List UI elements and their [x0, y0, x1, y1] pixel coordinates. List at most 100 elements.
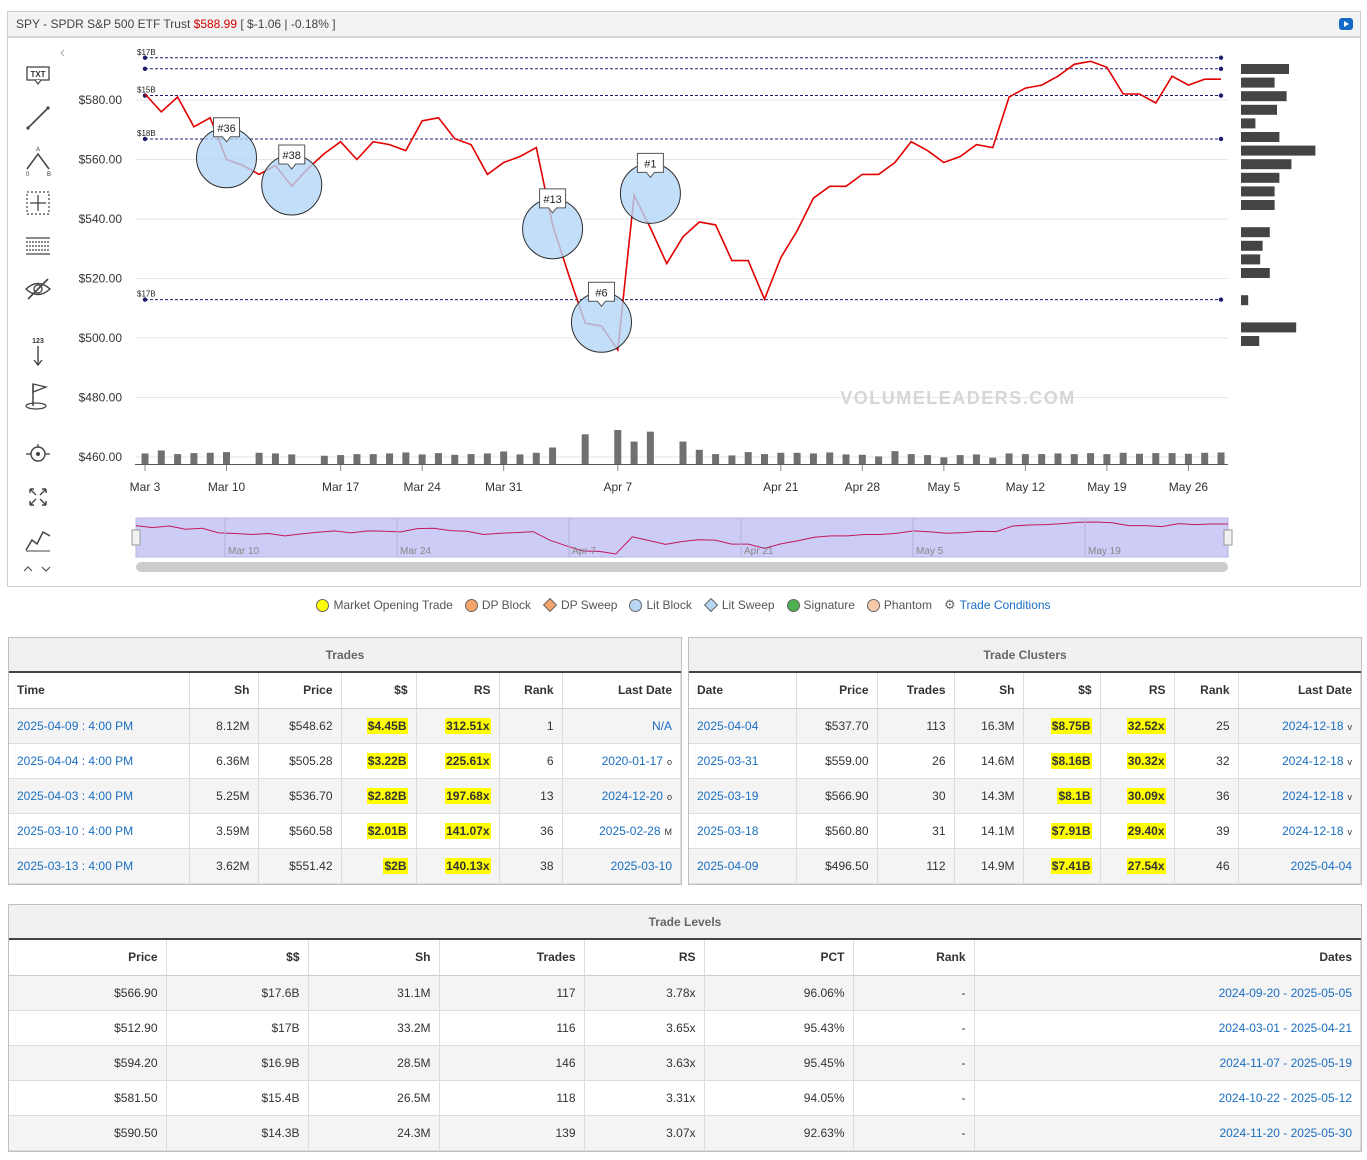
volume-profile-bar [1241, 104, 1277, 115]
volume-bar [451, 454, 459, 464]
level-dates-link[interactable]: 2024-11-20 - 2025-05-30 [1219, 1126, 1352, 1140]
column-header[interactable]: RS [416, 673, 500, 709]
table-cell: 33.2M [397, 1020, 431, 1035]
volume-profile-bar [1241, 322, 1297, 333]
navigator-label: Apr 21 [744, 546, 774, 557]
table-cell: $15.4B [261, 1090, 300, 1105]
trade-time-link[interactable]: 2025-04-03 : 4:00 PM [17, 789, 133, 803]
column-header[interactable]: Trades [439, 940, 585, 976]
trade-time-link[interactable]: 2025-04-04 : 4:00 PM [17, 754, 133, 768]
table-cell: 26 [932, 753, 946, 768]
column-header[interactable]: Time [9, 673, 190, 709]
navigator-handle[interactable] [1223, 529, 1233, 546]
table-row: 2025-04-04 $537.70 113 16.3M $8.75B 32.52x 25 2… [689, 708, 1361, 744]
marker-label: #38 [283, 150, 301, 162]
volume-bar [337, 455, 345, 464]
column-header[interactable]: RS [584, 940, 705, 976]
legend-item[interactable]: Lit Sweep [703, 597, 775, 613]
volume-profile-bar [1241, 118, 1256, 129]
column-header[interactable]: $$ [341, 673, 417, 709]
last-date-flag: o [666, 791, 672, 802]
column-header[interactable]: Last Date [562, 673, 681, 709]
volume-bar [1005, 453, 1013, 464]
column-header[interactable]: Sh [189, 673, 259, 709]
last-date-link[interactable]: N/A [652, 719, 672, 733]
last-date-link[interactable]: 2025-02-28 [599, 824, 660, 838]
navigator-label: May 5 [916, 546, 944, 557]
x-tick-label: May 5 [928, 480, 961, 494]
volume-bar [646, 431, 654, 464]
marker-label: #13 [543, 194, 561, 206]
cluster-date-link[interactable]: 2025-04-04 [697, 719, 758, 733]
level-dates-link[interactable]: 2024-09-20 - 2025-05-05 [1219, 986, 1352, 1000]
volume-bar [483, 453, 491, 464]
cluster-date-link[interactable]: 2025-04-09 [697, 859, 758, 873]
legend-item[interactable]: DP Block [464, 597, 531, 613]
price-chart[interactable]: $580.00 $560.00 $540.00 $520.00 $500.00 $480.… [0, 0, 1367, 590]
table-cell: $4.45B [366, 717, 408, 734]
level-dates-link[interactable]: 2024-03-01 - 2025-04-21 [1219, 1021, 1352, 1035]
table-cell: 95.43% [803, 1020, 845, 1035]
volume-bar [1021, 454, 1029, 464]
last-date-link[interactable]: 2025-03-10 [611, 859, 672, 873]
table-cell: 24.3M [397, 1125, 431, 1140]
clusters-title: Trade Clusters [689, 638, 1361, 673]
column-header[interactable]: Dates [974, 940, 1361, 976]
last-date-link[interactable]: 2020-01-17 [602, 754, 663, 768]
last-date-link[interactable]: 2024-12-18 [1282, 824, 1343, 838]
column-header[interactable]: $$ [1023, 673, 1101, 709]
volume-bar [386, 453, 394, 464]
table-cell: 5.25M [216, 788, 250, 803]
column-header[interactable]: Sh [308, 940, 440, 976]
trade-time-link[interactable]: 2025-03-10 : 4:00 PM [17, 824, 133, 838]
table-cell: $2B [383, 857, 408, 874]
cluster-date-link[interactable]: 2025-03-31 [697, 754, 758, 768]
circle-marker-icon [786, 598, 800, 612]
table-cell: $3.22B [366, 752, 408, 769]
last-date-link[interactable]: 2024-12-18 [1282, 754, 1343, 768]
legend-item[interactable]: ⚙ Trade Conditions [944, 597, 1051, 613]
table-cell: 6.36M [216, 753, 250, 768]
column-header[interactable]: Rank [499, 673, 563, 709]
column-header[interactable]: PCT [704, 940, 854, 976]
legend-item[interactable]: Lit Block [629, 597, 692, 613]
trade-time-link[interactable]: 2025-03-13 : 4:00 PM [17, 859, 133, 873]
navigator-handle[interactable] [131, 529, 141, 546]
volume-bar [206, 452, 214, 464]
column-header[interactable]: Date [689, 673, 797, 709]
volume-bar [402, 452, 410, 464]
column-header[interactable]: Rank [853, 940, 975, 976]
cluster-date-link[interactable]: 2025-03-19 [697, 789, 758, 803]
column-header[interactable]: Sh [954, 673, 1024, 709]
column-header[interactable]: Rank [1174, 673, 1239, 709]
last-date-link[interactable]: 2024-12-20 [602, 789, 663, 803]
column-header[interactable]: RS [1100, 673, 1175, 709]
level-label: $17B [137, 290, 156, 299]
legend-item[interactable]: Market Opening Trade [316, 597, 453, 613]
last-date-link[interactable]: 2024-12-18 [1282, 789, 1343, 803]
level-dates-link[interactable]: 2024-11-07 - 2025-05-19 [1219, 1056, 1352, 1070]
trade-time-link[interactable]: 2025-04-09 : 4:00 PM [17, 719, 133, 733]
column-header[interactable]: Price [796, 673, 878, 709]
column-header[interactable]: Last Date [1238, 673, 1361, 709]
last-date-link[interactable]: 2024-12-18 [1282, 719, 1343, 733]
table-cell: $8.16B [1050, 752, 1092, 769]
table-row: $590.50 $14.3B 24.3M 139 3.07x 92.63% - 2024-11… [9, 1115, 1361, 1151]
legend-item[interactable]: Phantom [866, 597, 932, 613]
last-date-link[interactable]: 2025-04-04 [1291, 859, 1352, 873]
table-cell: 26.5M [397, 1090, 431, 1105]
navigator-scrollbar[interactable] [136, 562, 1228, 572]
legend-item[interactable]: Signature [786, 597, 855, 613]
column-header[interactable]: Price [258, 673, 342, 709]
column-header[interactable]: Trades [877, 673, 955, 709]
volume-bar [1087, 453, 1095, 464]
cluster-date-link[interactable]: 2025-03-18 [697, 824, 758, 838]
legend-item[interactable]: DP Sweep [542, 597, 617, 613]
column-header[interactable]: $$ [166, 940, 309, 976]
table-cell: 141.07x [445, 822, 491, 839]
level-dates-link[interactable]: 2024-10-22 - 2025-05-12 [1219, 1091, 1352, 1105]
legend-label: Lit Block [646, 598, 692, 612]
levels-title: Trade Levels [9, 905, 1361, 940]
table-cell: 25 [1216, 718, 1230, 733]
column-header[interactable]: Price [9, 940, 167, 976]
